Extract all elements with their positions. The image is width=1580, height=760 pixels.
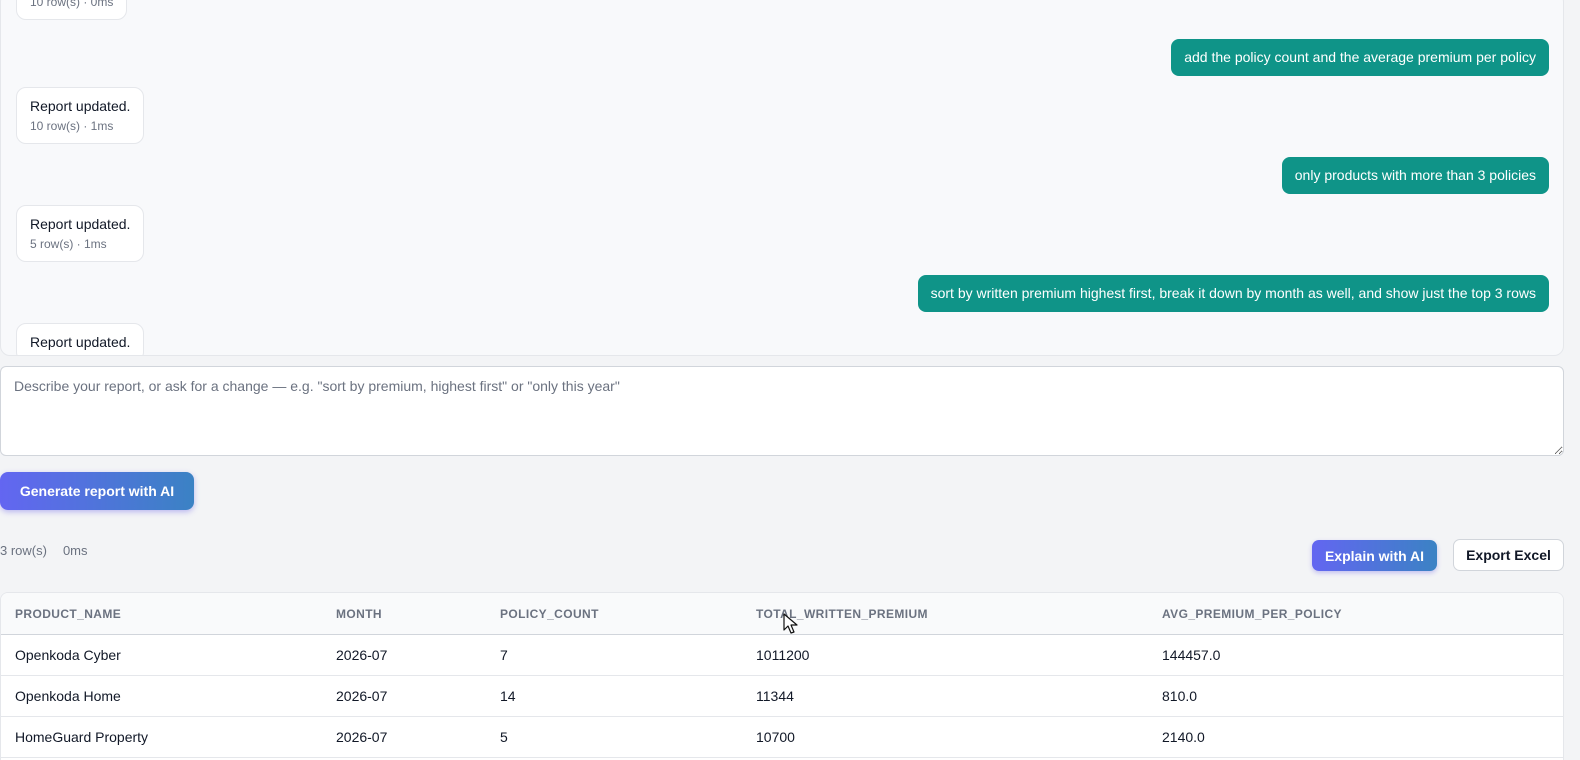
explain-with-ai-button[interactable]: Explain with AI <box>1312 540 1437 571</box>
table-cell: 11344 <box>742 675 1148 717</box>
table-cell: 810.0 <box>1148 675 1563 717</box>
ai-message-text: Report updated. <box>30 98 131 114</box>
table-cell: 10700 <box>742 716 1148 758</box>
ai-message: 10 row(s) · 0ms <box>16 0 128 20</box>
user-message: sort by written premium highest first, b… <box>917 275 1549 312</box>
table-cell: 2026-07 <box>322 716 486 758</box>
ai-message: Report updated. 5 row(s) · 1ms <box>16 205 145 262</box>
table-header-row: PRODUCT_NAME MONTH POLICY_COUNT TOTAL_WR… <box>1 593 1563 635</box>
ai-message-text: Report updated. <box>30 216 131 232</box>
table-row: Openkoda Home 2026-07 14 11344 810.0 <box>1 675 1563 717</box>
table-cell: Openkoda Cyber <box>1 634 322 676</box>
ai-message-meta: 5 row(s) · 1ms <box>30 237 107 251</box>
table-cell: 144457.0 <box>1148 634 1563 676</box>
export-excel-button[interactable]: Export Excel <box>1453 539 1564 571</box>
table-cell: 2140.0 <box>1148 716 1563 758</box>
query-duration: 0ms <box>62 543 88 558</box>
table-cell: Openkoda Home <box>1 675 322 717</box>
table-cell: 7 <box>486 634 742 676</box>
table-row: HomeGuard Property 2026-07 5 10700 2140.… <box>1 716 1563 758</box>
table-row: Openkoda Cyber 2026-07 7 1011200 144457.… <box>1 634 1563 676</box>
row-count: 3 row(s) <box>0 543 47 558</box>
result-summary: 3 row(s) 0ms <box>0 543 88 558</box>
table-cell: 1011200 <box>742 634 1148 676</box>
report-builder-page: 10 row(s) · 0ms add the policy count and… <box>0 0 1580 760</box>
table-cell: 5 <box>486 716 742 758</box>
table-cell: 14 <box>486 675 742 717</box>
ai-message-meta: 10 row(s) · 0ms <box>30 0 114 9</box>
table-cell: HomeGuard Property <box>1 716 322 758</box>
column-header[interactable]: AVG_PREMIUM_PER_POLICY <box>1148 593 1563 635</box>
column-header[interactable]: TOTAL_WRITTEN_PREMIUM <box>742 593 1148 635</box>
ai-message: Report updated. 10 row(s) · 1ms <box>16 87 145 144</box>
user-message: only products with more than 3 policies <box>1281 157 1549 194</box>
column-header[interactable]: PRODUCT_NAME <box>1 593 322 635</box>
table-cell: 2026-07 <box>322 675 486 717</box>
table-cell: 2026-07 <box>322 634 486 676</box>
column-header[interactable]: MONTH <box>322 593 486 635</box>
chat-history[interactable]: 10 row(s) · 0ms add the policy count and… <box>0 0 1564 356</box>
column-header[interactable]: POLICY_COUNT <box>486 593 742 635</box>
report-prompt-input[interactable] <box>0 366 1564 456</box>
ai-message-text: Report updated. <box>30 334 131 350</box>
results-table: PRODUCT_NAME MONTH POLICY_COUNT TOTAL_WR… <box>0 592 1564 760</box>
generate-report-button[interactable]: Generate report with AI <box>0 472 194 510</box>
ai-message: Report updated. <box>16 323 145 355</box>
user-message: add the policy count and the average pre… <box>1171 39 1549 76</box>
ai-message-meta: 10 row(s) · 1ms <box>30 119 114 133</box>
